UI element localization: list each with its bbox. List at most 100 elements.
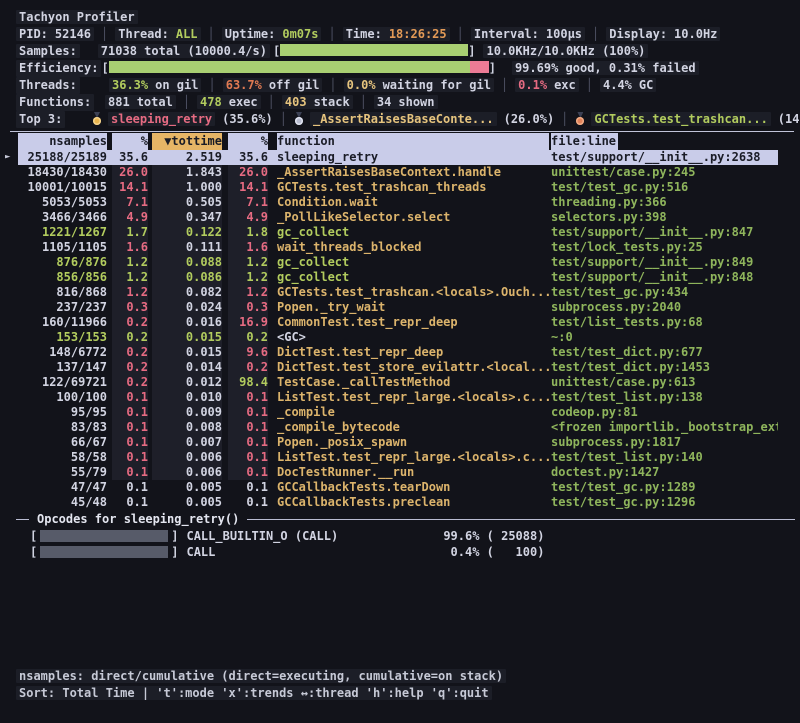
cell-file-line: test/support/__init__.py:847 xyxy=(551,225,778,240)
cell-tottime: 0.007 xyxy=(152,435,222,450)
cell-pct-direct: 0.1 xyxy=(112,480,148,495)
table-row[interactable]: 95/950.10.0090.1_compilecodeop.py:81 xyxy=(18,405,778,420)
column-header-pct-direct[interactable]: % xyxy=(112,133,148,150)
table-row[interactable]: 148/67720.20.0159.6DictTest.test_repr_de… xyxy=(18,345,778,360)
opcode-bar-open-bracket: [ xyxy=(30,544,37,560)
on-gil-suffix: on gil xyxy=(155,78,198,92)
samples-bar-open-bracket: [ xyxy=(273,44,280,58)
cell-nsamples: 122/69721 xyxy=(18,375,107,390)
cell-tottime: 0.012 xyxy=(152,375,222,390)
efficiency-summary: 99.69% good, 0.31% failed xyxy=(512,61,699,75)
table-row[interactable]: 856/8561.20.0861.2gc_collecttest/support… xyxy=(18,270,778,285)
cell-function: gc_collect xyxy=(277,255,549,270)
cell-file-line: codeop.py:81 xyxy=(551,405,778,420)
efficiency-bar-good-fill xyxy=(109,61,470,73)
separator: │ xyxy=(208,27,215,41)
display-label: Display: xyxy=(609,27,667,41)
cell-nsamples: 137/147 xyxy=(18,360,107,375)
exc-value: 0.1% xyxy=(518,78,547,92)
cell-nsamples: 83/83 xyxy=(18,420,107,435)
top3-name-3: GCTests.test_trashcan... xyxy=(591,112,770,126)
cell-function: _PollLikeSelector.select xyxy=(277,210,549,225)
table-row[interactable]: 55/790.10.0060.1DocTestRunner.__rundocte… xyxy=(18,465,778,480)
cell-function: DocTestRunner.__run xyxy=(277,465,549,480)
opcodes-divider-right xyxy=(247,519,795,520)
table-row[interactable]: 122/697210.20.01298.4TestCase._callTestM… xyxy=(18,375,778,390)
cell-function: TestCase._callTestMethod xyxy=(277,375,549,390)
table-row[interactable]: 137/1470.20.0140.2DictTest.test_store_ev… xyxy=(18,360,778,375)
table-row[interactable]: 100/1000.10.0100.1ListTest.test_repr_lar… xyxy=(18,390,778,405)
column-header-pct-cumulative[interactable]: % xyxy=(228,133,268,150)
waiting-suffix: waiting for gil xyxy=(383,78,491,92)
cell-pct-cumulative: 1.2 xyxy=(228,285,268,300)
cell-tottime: 0.009 xyxy=(152,405,222,420)
table-row[interactable]: 153/1530.20.0150.2<GC>~:0 xyxy=(18,330,778,345)
cell-file-line: threading.py:366 xyxy=(551,195,778,210)
cell-tottime: 0.006 xyxy=(152,465,222,480)
table-row[interactable]: 816/8681.20.0821.2GCTests.test_trashcan.… xyxy=(18,285,778,300)
functions-total-value: 881 xyxy=(108,95,130,109)
off-gil-suffix: off gil xyxy=(269,78,320,92)
table-row[interactable]: 160/119660.20.01616.9CommonTest.test_rep… xyxy=(18,315,778,330)
status-line: PID:52146│Thread:ALL│Uptime:0m07s│Time:1… xyxy=(16,26,800,43)
opcode-bar-1 xyxy=(40,530,168,542)
cell-nsamples: 1221/1267 xyxy=(18,225,107,240)
cell-pct-cumulative: 98.4 xyxy=(228,375,268,390)
table-row[interactable]: 1105/11051.60.1111.6wait_threads_blocked… xyxy=(18,240,778,255)
app-title: Tachyon Profiler xyxy=(16,10,138,24)
cell-pct-direct: 7.1 xyxy=(112,195,148,210)
top3-item-3: GCTests.test_trashcan...(14.1%) xyxy=(575,112,800,126)
cell-pct-cumulative: 9.6 xyxy=(228,345,268,360)
efficiency-bar-open-bracket: [ xyxy=(101,61,108,75)
functions-line: Functions:881total│478exec│403stack│34sh… xyxy=(16,94,800,111)
table-row[interactable]: ►25188/2518935.62.51935.6sleeping_retryt… xyxy=(18,150,778,165)
column-header-nsamples[interactable]: nsamples xyxy=(18,133,107,150)
table-row[interactable]: 5053/50537.10.5057.1Condition.waitthread… xyxy=(18,195,778,210)
cell-file-line: test/test_dict.py:1453 xyxy=(551,360,778,375)
functions-label: Functions: xyxy=(16,94,94,111)
cell-file-line: unittest/case.py:613 xyxy=(551,375,778,390)
table-row[interactable]: 876/8761.20.0881.2gc_collecttest/support… xyxy=(18,255,778,270)
column-header-tottime-sorted[interactable]: ▼tottime xyxy=(152,133,222,150)
samples-rate: 10.0KHz/10.0KHz (100%) xyxy=(483,44,648,58)
cell-function: CommonTest.test_repr_deep xyxy=(277,315,549,330)
cell-nsamples: 816/868 xyxy=(18,285,107,300)
table-row[interactable]: 3466/34664.90.3474.9_PollLikeSelector.se… xyxy=(18,210,778,225)
table-row[interactable]: 45/480.10.0050.1GCCallbackTests.preclean… xyxy=(18,495,778,510)
table-row[interactable]: 47/470.10.0050.1GCCallbackTests.tearDown… xyxy=(18,480,778,495)
cell-function: Popen._posix_spawn xyxy=(277,435,549,450)
cell-pct-cumulative: 1.6 xyxy=(228,240,268,255)
cell-pct-cumulative: 7.1 xyxy=(228,195,268,210)
footer: nsamples: direct/cumulative (direct=exec… xyxy=(0,668,800,702)
table-top-divider xyxy=(10,131,794,132)
cell-tottime: 0.088 xyxy=(152,255,222,270)
samples-bar-close-bracket: ] xyxy=(468,44,475,58)
separator: │ xyxy=(592,27,599,41)
table-row[interactable]: 58/580.10.0060.1ListTest.test_repr_large… xyxy=(18,450,778,465)
table-row[interactable]: 66/670.10.0070.1Popen._posix_spawnsubpro… xyxy=(18,435,778,450)
column-header-file-line[interactable]: file:line xyxy=(551,133,778,150)
cell-file-line: test/test_gc.py:516 xyxy=(551,180,778,195)
table-row[interactable]: 18430/1843026.01.84326.0_AssertRaisesBas… xyxy=(18,165,778,180)
threads-waiting: 0.0% waiting for gil xyxy=(344,78,494,92)
silver-medal-icon xyxy=(294,112,304,125)
cell-nsamples: 45/48 xyxy=(18,495,107,510)
column-header-function[interactable]: function xyxy=(277,133,549,150)
uptime-field: Uptime:0m07s xyxy=(222,27,322,41)
nsamples-note: nsamples: direct/cumulative (direct=exec… xyxy=(16,669,506,683)
cell-file-line: selectors.py:398 xyxy=(551,210,778,225)
cell-tottime: 0.024 xyxy=(152,300,222,315)
cell-nsamples: 55/79 xyxy=(18,465,107,480)
table-row[interactable]: 237/2370.30.0240.3Popen._try_waitsubproc… xyxy=(18,300,778,315)
efficiency-label: Efficiency: xyxy=(16,60,101,77)
cell-nsamples: 5053/5053 xyxy=(18,195,107,210)
table-row[interactable]: 1221/12671.70.1221.8gc_collecttest/suppo… xyxy=(18,225,778,240)
separator: │ xyxy=(586,78,593,92)
thread-value: ALL xyxy=(176,27,198,41)
waiting-value: 0.0% xyxy=(347,78,376,92)
table-row[interactable]: 10001/1001514.11.00014.1GCTests.test_tra… xyxy=(18,180,778,195)
cell-pct-direct: 1.2 xyxy=(112,255,148,270)
cell-file-line: subprocess.py:2040 xyxy=(551,300,778,315)
table-row[interactable]: 83/830.10.0080.1_compile_bytecode<frozen… xyxy=(18,420,778,435)
top3-pct-1: (35.6%) xyxy=(222,112,273,126)
